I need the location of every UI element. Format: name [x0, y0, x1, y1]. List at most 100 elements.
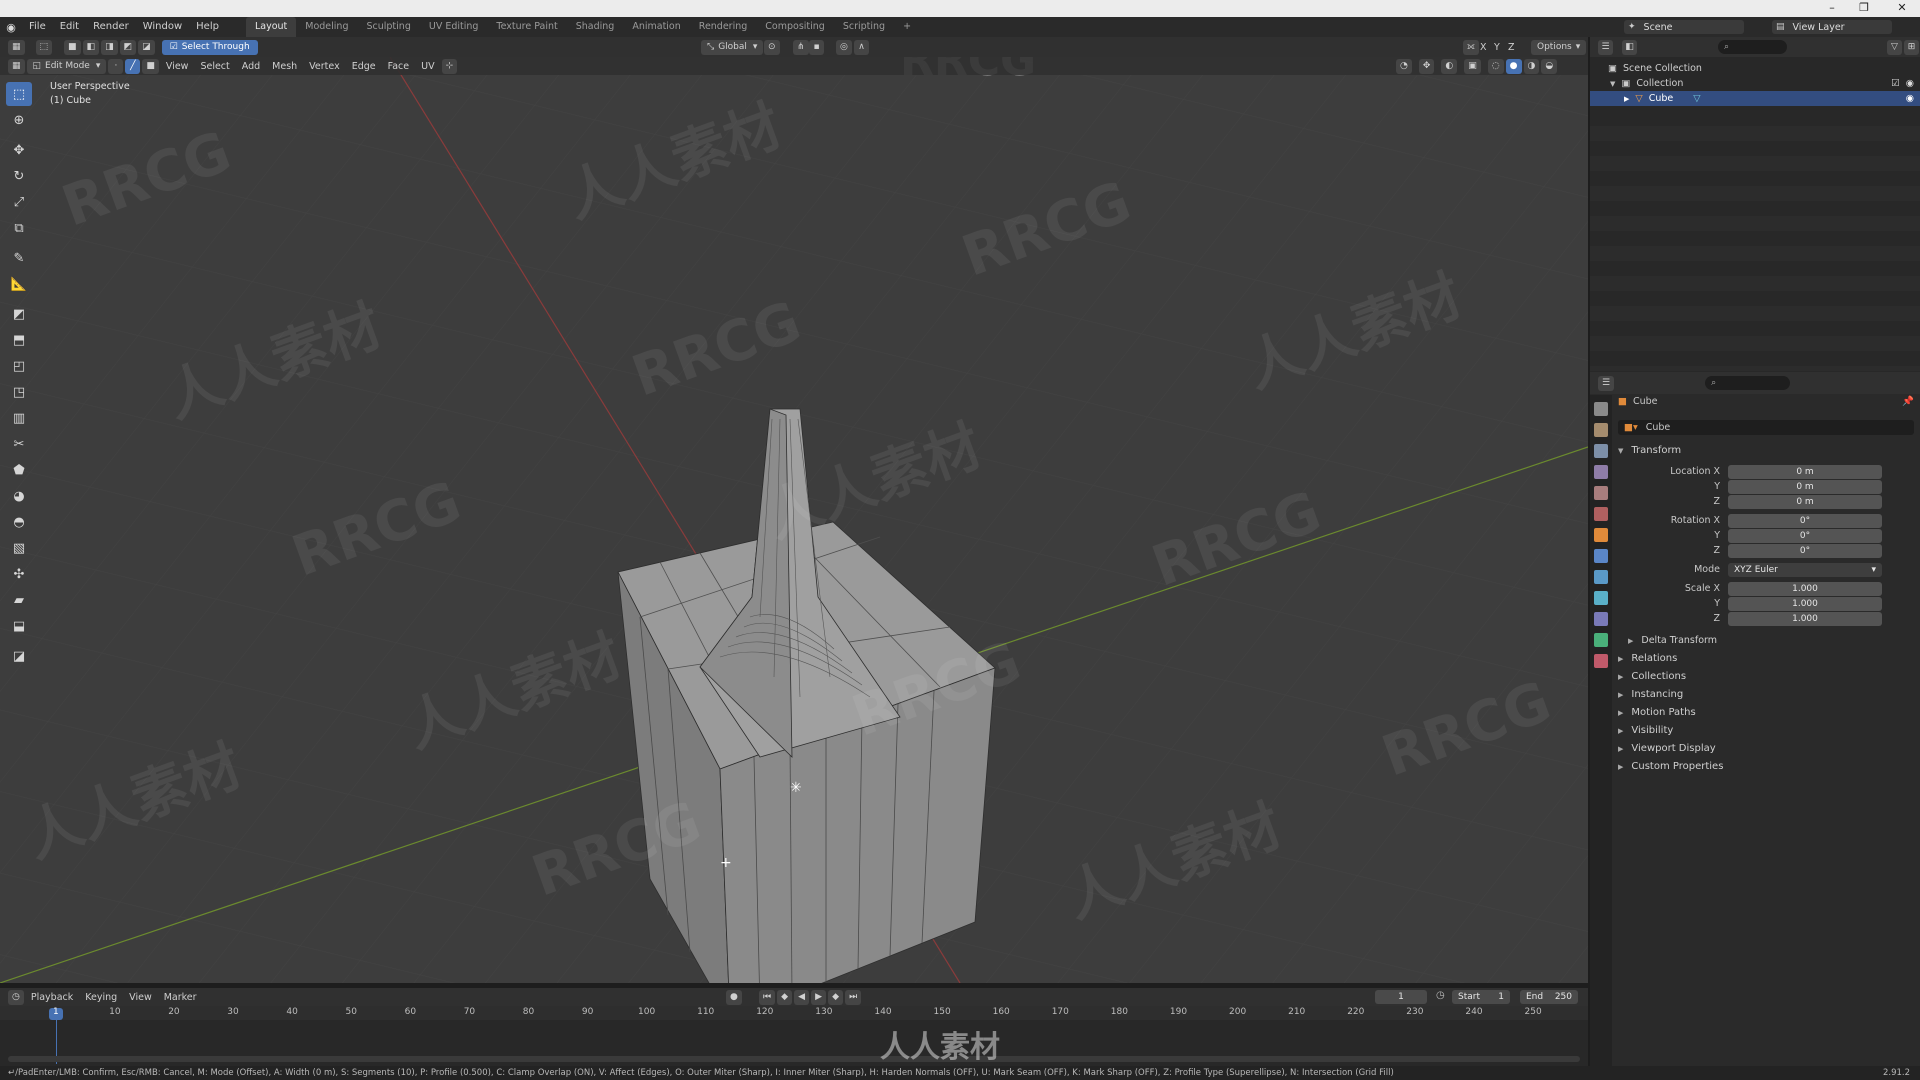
tab-uv-editing[interactable]: UV Editing: [420, 17, 488, 37]
location-z-field[interactable]: 0 m: [1728, 495, 1882, 509]
select-invert-icon[interactable]: ◩: [119, 39, 137, 55]
modifier-tab-icon[interactable]: [1594, 549, 1608, 563]
snap-magnet-icon[interactable]: ⋔: [793, 39, 809, 55]
particles-tab-icon[interactable]: [1594, 570, 1608, 584]
delta-transform-header[interactable]: ▶ Delta Transform: [1612, 632, 1920, 649]
menu-uv[interactable]: UV: [415, 61, 440, 72]
extrude-tool-icon[interactable]: ⬒: [6, 328, 32, 352]
menu-window[interactable]: Window: [136, 17, 189, 37]
visibility-panel-header[interactable]: ▶ Visibility: [1612, 722, 1920, 739]
tab-texture-paint[interactable]: Texture Paint: [487, 17, 566, 37]
edge-select-icon[interactable]: ╱: [125, 58, 141, 74]
scale-z-field[interactable]: 1.000: [1728, 612, 1882, 626]
material-shading-icon[interactable]: ◑: [1523, 58, 1540, 74]
restore-button[interactable]: ❐: [1850, 0, 1878, 17]
frame-ruler[interactable]: 1 10 20 30 40 50 60 70 80 90 100 110 120 130 140 150 160…: [0, 1006, 1588, 1020]
pin-icon[interactable]: 📌: [1902, 396, 1914, 407]
mode-dropdown[interactable]: ◱ Edit Mode ▾: [26, 58, 107, 74]
location-y-field[interactable]: 0 m: [1728, 480, 1882, 494]
outliner-row-scene-collection[interactable]: ▣ Scene Collection: [1590, 61, 1920, 76]
outliner-editor-icon[interactable]: ☰: [1598, 39, 1613, 55]
physics-tab-icon[interactable]: [1594, 591, 1608, 605]
visibility-icon[interactable]: ◔: [1396, 58, 1412, 74]
play-reverse-icon[interactable]: ◀: [794, 989, 810, 1005]
instancing-panel-header[interactable]: ▶ Instancing: [1612, 686, 1920, 703]
scale-tool-icon[interactable]: ⤢: [6, 190, 32, 214]
scene-tab-icon[interactable]: [1594, 486, 1608, 500]
shrink-fatten-tool-icon[interactable]: ✣: [6, 562, 32, 586]
new-collection-icon[interactable]: ⊞: [1904, 39, 1919, 55]
editor-type-icon[interactable]: ▦: [8, 39, 25, 55]
measure-tool-icon[interactable]: 📐: [6, 272, 32, 296]
options-dropdown[interactable]: Options ▾: [1531, 39, 1587, 55]
location-x-field[interactable]: 0 m: [1728, 465, 1882, 479]
wireframe-shading-icon[interactable]: ◌: [1487, 58, 1504, 74]
menu-mesh[interactable]: Mesh: [266, 61, 303, 72]
rotation-x-field[interactable]: 0°: [1728, 514, 1882, 528]
select-new-icon[interactable]: ■: [64, 39, 81, 55]
jump-end-icon[interactable]: ⏭: [845, 989, 862, 1005]
object-name-field[interactable]: ■▾ Cube: [1618, 420, 1914, 435]
viewport-editor-icon[interactable]: ▦: [8, 58, 25, 74]
menu-edit[interactable]: Edit: [53, 17, 86, 37]
close-button[interactable]: ✕: [1888, 0, 1916, 17]
select-tool-icon[interactable]: ⬚: [6, 82, 32, 106]
scale-y-field[interactable]: 1.000: [1728, 597, 1882, 611]
view-layer-tab-icon[interactable]: [1594, 465, 1608, 479]
outliner-row-cube[interactable]: ▶ ▽ Cube ▽ ◉: [1590, 91, 1920, 106]
constraints-tab-icon[interactable]: [1594, 612, 1608, 626]
annotate-tool-icon[interactable]: ✎: [6, 246, 32, 270]
menu-face[interactable]: Face: [382, 61, 415, 72]
object-tab-icon[interactable]: [1594, 528, 1608, 542]
timeline-menu-view[interactable]: View: [123, 992, 158, 1003]
scene-selector[interactable]: ✦ Scene: [1624, 20, 1744, 34]
properties-editor-icon[interactable]: ☰: [1598, 375, 1615, 391]
timeline-editor-icon[interactable]: ◷: [8, 989, 24, 1005]
xray-icon[interactable]: ▣: [1464, 58, 1481, 74]
gizmo-icon[interactable]: ✥: [1418, 58, 1435, 74]
eye-icon[interactable]: ◉: [1906, 93, 1914, 104]
menu-select[interactable]: Select: [194, 61, 235, 72]
rendered-shading-icon[interactable]: ◒: [1541, 58, 1558, 74]
tab-rendering[interactable]: Rendering: [690, 17, 757, 37]
snap-increment-icon[interactable]: ▪: [809, 39, 824, 55]
tab-modeling[interactable]: Modeling: [296, 17, 357, 37]
prev-keyframe-icon[interactable]: ◆: [777, 989, 793, 1005]
select-subtract-icon[interactable]: ◨: [101, 39, 118, 55]
menu-add[interactable]: Add: [236, 61, 266, 72]
scale-x-field[interactable]: 1.000: [1728, 582, 1882, 596]
shear-tool-icon[interactable]: ▰: [6, 588, 32, 612]
tab-animation[interactable]: Animation: [623, 17, 689, 37]
solid-shading-icon[interactable]: ●: [1505, 58, 1522, 74]
select-through-toggle[interactable]: ☑ Select Through: [161, 39, 258, 55]
blender-logo-icon[interactable]: ◉: [0, 21, 22, 34]
relations-panel-header[interactable]: ▶ Relations: [1612, 650, 1920, 667]
select-box-icon[interactable]: ⬚: [35, 39, 53, 55]
end-frame-field[interactable]: End 250: [1520, 990, 1578, 1004]
menu-edge[interactable]: Edge: [346, 61, 382, 72]
timeline-menu-keying[interactable]: Keying: [79, 992, 123, 1003]
checkbox-icon[interactable]: ☑: [1891, 78, 1900, 89]
motion-paths-panel-header[interactable]: ▶ Motion Paths: [1612, 704, 1920, 721]
smooth-tool-icon[interactable]: ◓: [6, 510, 32, 534]
menu-file[interactable]: File: [22, 17, 53, 37]
tab-shading[interactable]: Shading: [567, 17, 624, 37]
loop-cut-tool-icon[interactable]: ▥: [6, 406, 32, 430]
3d-viewport[interactable]: ✳ + User Perspective (1) Cube RRCG RRCG …: [0, 57, 1588, 983]
overlay-icon[interactable]: ◐: [1441, 58, 1458, 74]
view-layer-selector[interactable]: ▤ View Layer: [1772, 20, 1892, 34]
select-extend-icon[interactable]: ◧: [82, 39, 100, 55]
record-icon[interactable]: ●: [726, 989, 742, 1005]
start-frame-field[interactable]: Start 1: [1452, 990, 1510, 1004]
viewport-display-panel-header[interactable]: ▶ Viewport Display: [1612, 740, 1920, 757]
tab-sculpting[interactable]: Sculpting: [357, 17, 419, 37]
select-intersect-icon[interactable]: ◪: [138, 39, 155, 55]
data-tab-icon[interactable]: [1594, 633, 1608, 647]
pivot-point-icon[interactable]: ⊙: [764, 39, 780, 55]
edge-slide-tool-icon[interactable]: ▧: [6, 536, 32, 560]
rotation-mode-dropdown[interactable]: XYZ Euler ▾: [1728, 563, 1882, 577]
custom-properties-panel-header[interactable]: ▶ Custom Properties: [1612, 758, 1920, 775]
cursor-tool-icon[interactable]: ⊕: [6, 108, 32, 132]
minimize-button[interactable]: –: [1818, 0, 1846, 17]
region-toggle-icon[interactable]: ◪: [6, 644, 32, 668]
